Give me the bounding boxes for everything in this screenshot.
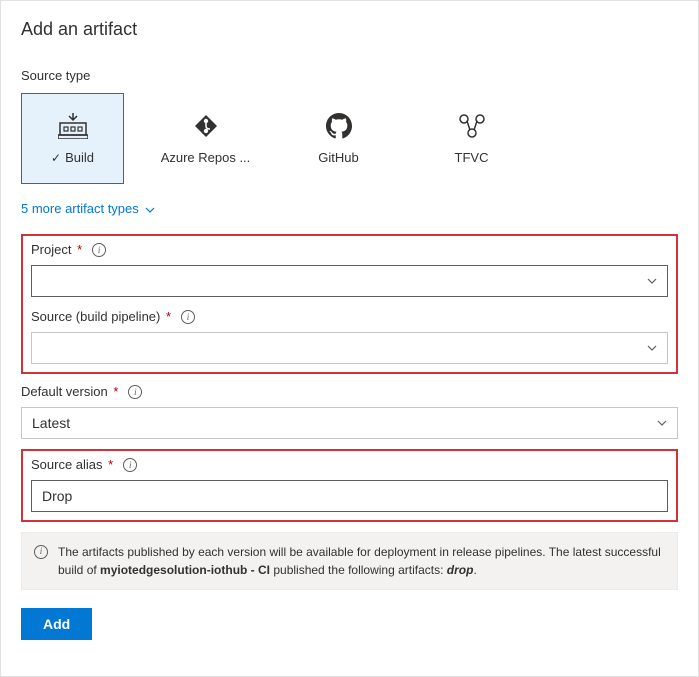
source-type-build[interactable]: ✓ Build [21,93,124,184]
github-icon [324,112,354,140]
page-title: Add an artifact [21,19,678,40]
project-label: Project * [31,242,82,257]
add-button[interactable]: Add [21,608,92,640]
project-select[interactable] [31,265,668,297]
project-source-highlight: Project * i Source (build pipeline) * i [21,234,678,374]
source-alias-label: Source alias * [31,457,113,472]
source-type-build-label: ✓ Build [51,150,94,165]
source-type-azure-repos[interactable]: Azure Repos ... [154,93,257,184]
azure-repos-icon [191,112,221,140]
more-artifact-types-link[interactable]: 5 more artifact types [21,201,155,216]
source-type-options: ✓ Build Azure Repos ... GitHub [21,93,678,184]
source-type-tfvc[interactable]: TFVC [420,93,523,184]
artifacts-info-box: i The artifacts published by each versio… [21,532,678,590]
source-pipeline-label: Source (build pipeline) * [31,309,171,324]
checkmark-icon: ✓ [51,151,61,165]
tfvc-icon [457,112,487,140]
info-icon[interactable]: i [123,458,137,472]
info-icon[interactable]: i [181,310,195,324]
build-icon [58,112,88,140]
source-type-github-label: GitHub [318,150,358,165]
default-version-label: Default version * [21,384,118,399]
source-alias-highlight: Source alias * i [21,449,678,522]
default-version-group: Default version * i Latest [21,384,678,439]
artifacts-info-text: The artifacts published by each version … [58,543,665,579]
default-version-select[interactable]: Latest [21,407,678,439]
chevron-down-icon [647,276,657,287]
source-type-label: Source type [21,68,678,83]
source-alias-input[interactable] [31,480,668,512]
chevron-down-icon [647,343,657,354]
info-icon: i [34,545,48,559]
source-type-tfvc-label: TFVC [455,150,489,165]
source-pipeline-select[interactable] [31,332,668,364]
info-icon[interactable]: i [128,385,142,399]
info-icon[interactable]: i [92,243,106,257]
source-type-azure-repos-label: Azure Repos ... [161,150,251,165]
chevron-down-icon [657,418,667,429]
source-type-github[interactable]: GitHub [287,93,390,184]
chevron-down-icon [145,201,155,216]
